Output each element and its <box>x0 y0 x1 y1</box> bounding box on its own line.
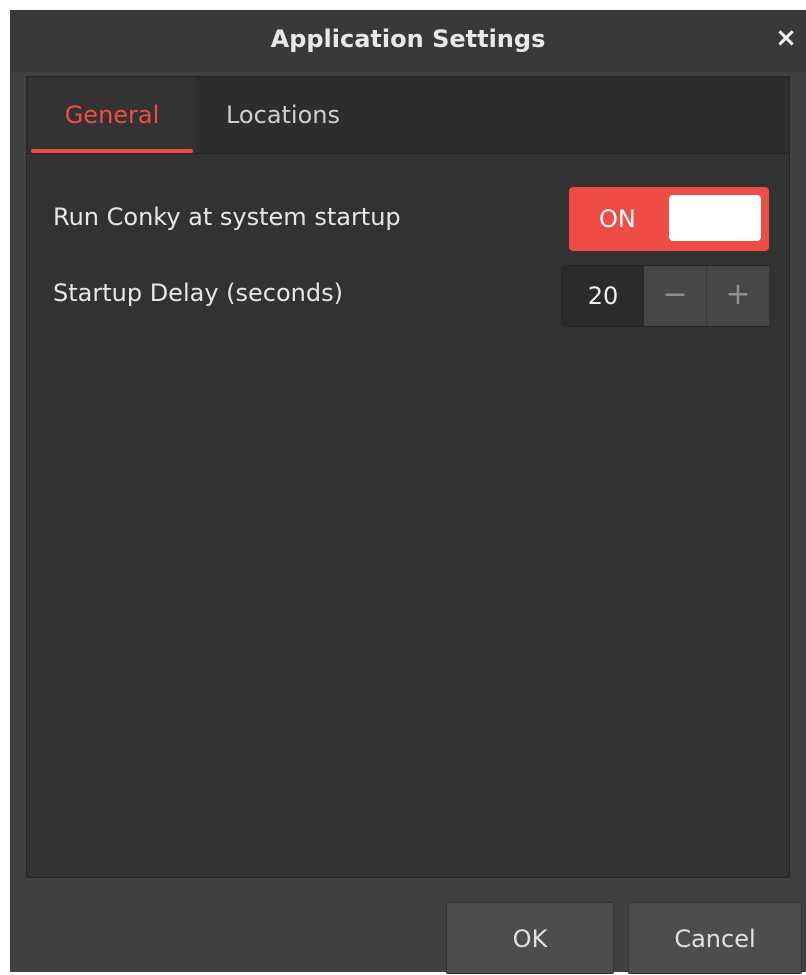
settings-dialog: Application Settings × General Locations… <box>10 10 806 974</box>
tab-locations-label: Locations <box>225 101 340 129</box>
tab-general-label: General <box>64 101 160 129</box>
switch-knob <box>669 195 761 241</box>
plus-icon[interactable]: + <box>707 266 769 326</box>
startup-label: Run Conky at system startup <box>53 203 401 231</box>
minus-icon[interactable]: − <box>644 266 707 326</box>
close-icon[interactable]: × <box>774 25 798 51</box>
active-tab-indicator <box>31 149 193 153</box>
titlebar: Application Settings × <box>10 10 806 72</box>
tab-bar: General Locations <box>27 77 789 154</box>
delay-value-input[interactable]: 20 <box>562 266 644 326</box>
switch-state-label: ON <box>599 205 636 233</box>
cancel-button[interactable]: Cancel <box>628 902 802 974</box>
delay-label: Startup Delay (seconds) <box>53 279 343 307</box>
tab-locations[interactable]: Locations <box>203 77 363 153</box>
delay-spinbutton: 20 − + <box>561 265 769 327</box>
tab-general[interactable]: General <box>29 77 195 153</box>
ok-button[interactable]: OK <box>446 902 614 974</box>
dialog-title: Application Settings <box>270 25 546 53</box>
settings-notebook: General Locations Run Conky at system st… <box>26 76 790 878</box>
startup-toggle-switch[interactable]: ON <box>569 187 769 251</box>
